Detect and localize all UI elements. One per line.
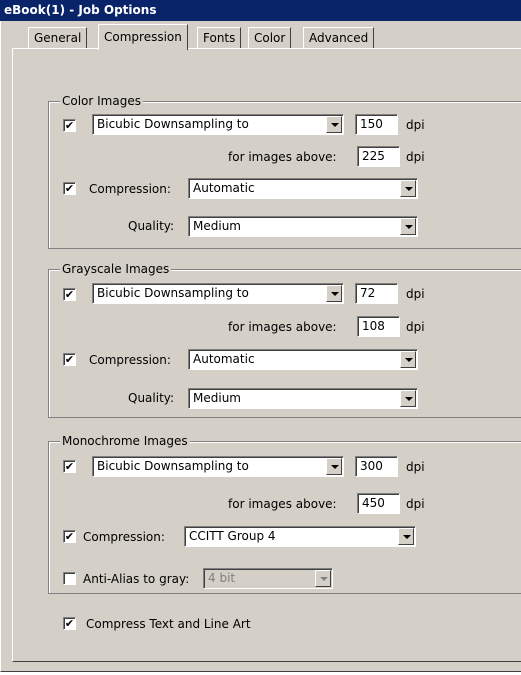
monochrome-downsample-dropdown-button[interactable]: [326, 458, 342, 475]
tab-fonts[interactable]: Fonts: [197, 27, 242, 49]
grayscale-compression-value: Automatic: [193, 352, 255, 366]
tab-compression[interactable]: Compression: [98, 24, 188, 50]
color-above-label: for images above:: [228, 150, 337, 164]
grayscale-quality-value: Medium: [193, 391, 241, 405]
compress-text-label: Compress Text and Line Art: [86, 617, 251, 631]
grayscale-above-input[interactable]: 108: [357, 316, 400, 337]
compress-text-checkbox[interactable]: ✔: [63, 617, 76, 630]
grayscale-compression-dropdown[interactable]: Automatic: [188, 349, 418, 370]
monochrome-above-label: for images above:: [228, 497, 337, 511]
grayscale-downsample-method-dropdown[interactable]: Bicubic Downsampling to: [92, 283, 344, 304]
monochrome-antialias-dropdown[interactable]: 4 bit: [203, 568, 333, 589]
color-above-input[interactable]: 225: [357, 146, 400, 167]
monochrome-above-unit: dpi: [406, 497, 425, 511]
monochrome-compression-value: CCITT Group 4: [189, 529, 276, 543]
color-compression-dropdown[interactable]: Automatic: [188, 178, 418, 199]
chevron-down-icon: [331, 465, 339, 469]
monochrome-resolution-input[interactable]: 300: [355, 456, 398, 477]
color-resolution-input[interactable]: 150: [355, 114, 398, 135]
chevron-down-icon: [405, 225, 413, 229]
window-title: eBook(1) - Job Options: [0, 0, 521, 21]
monochrome-antialias-label: Anti-Alias to gray:: [83, 572, 190, 586]
grayscale-resolution-input[interactable]: 72: [355, 283, 398, 304]
grayscale-compression-label: Compression:: [89, 353, 171, 367]
color-compression-checkbox[interactable]: ✔: [63, 182, 76, 195]
color-downsample-method-value: Bicubic Downsampling to: [97, 117, 249, 131]
monochrome-antialias-dropdown-button[interactable]: [315, 570, 331, 587]
color-quality-dropdown[interactable]: Medium: [188, 216, 418, 237]
grayscale-downsample-checkbox[interactable]: ✔: [63, 288, 76, 301]
grayscale-quality-dropdown-button[interactable]: [400, 390, 416, 407]
monochrome-downsample-method-dropdown[interactable]: Bicubic Downsampling to: [92, 456, 344, 477]
monochrome-compression-label: Compression:: [83, 530, 165, 544]
grayscale-downsample-method-value: Bicubic Downsampling to: [97, 286, 249, 300]
grayscale-quality-dropdown[interactable]: Medium: [188, 388, 418, 409]
grayscale-downsample-dropdown-button[interactable]: [326, 285, 342, 302]
monochrome-antialias-value: 4 bit: [208, 571, 236, 585]
grayscale-resolution-unit: dpi: [406, 287, 425, 301]
color-downsample-checkbox[interactable]: ✔: [63, 119, 76, 132]
color-compression-label: Compression:: [89, 182, 171, 196]
chevron-down-icon: [331, 123, 339, 127]
monochrome-downsample-checkbox[interactable]: ✔: [63, 460, 76, 473]
color-quality-value: Medium: [193, 219, 241, 233]
color-downsample-method-dropdown[interactable]: Bicubic Downsampling to: [92, 114, 344, 135]
chevron-down-icon: [405, 397, 413, 401]
color-above-unit: dpi: [406, 150, 425, 164]
chevron-down-icon: [331, 292, 339, 296]
color-compression-dropdown-button[interactable]: [400, 180, 416, 197]
chevron-down-icon: [405, 187, 413, 191]
chevron-down-icon: [405, 358, 413, 362]
monochrome-compression-dropdown-button[interactable]: [398, 528, 414, 545]
grayscale-compression-dropdown-button[interactable]: [400, 351, 416, 368]
monochrome-above-input[interactable]: 450: [357, 493, 400, 514]
grayscale-quality-label: Quality:: [128, 391, 175, 405]
chevron-down-icon: [320, 577, 328, 581]
grayscale-above-unit: dpi: [406, 320, 425, 334]
monochrome-images-legend: Monochrome Images: [60, 434, 190, 448]
monochrome-resolution-unit: dpi: [406, 460, 425, 474]
color-downsample-dropdown-button[interactable]: [326, 116, 342, 133]
chevron-down-icon: [403, 535, 411, 539]
grayscale-compression-checkbox[interactable]: ✔: [63, 353, 76, 366]
color-quality-dropdown-button[interactable]: [400, 218, 416, 235]
monochrome-downsample-method-value: Bicubic Downsampling to: [97, 459, 249, 473]
color-images-legend: Color Images: [60, 94, 143, 108]
color-quality-label: Quality:: [128, 219, 175, 233]
color-resolution-unit: dpi: [406, 118, 425, 132]
color-compression-value: Automatic: [193, 181, 255, 195]
grayscale-above-label: for images above:: [228, 320, 337, 334]
monochrome-compression-checkbox[interactable]: ✔: [63, 530, 76, 543]
tab-advanced[interactable]: Advanced: [303, 27, 375, 49]
monochrome-antialias-checkbox[interactable]: [63, 572, 76, 585]
monochrome-compression-dropdown[interactable]: CCITT Group 4: [184, 526, 416, 547]
tab-color[interactable]: Color: [248, 27, 292, 49]
grayscale-images-legend: Grayscale Images: [60, 262, 172, 276]
tab-general[interactable]: General: [28, 27, 88, 49]
